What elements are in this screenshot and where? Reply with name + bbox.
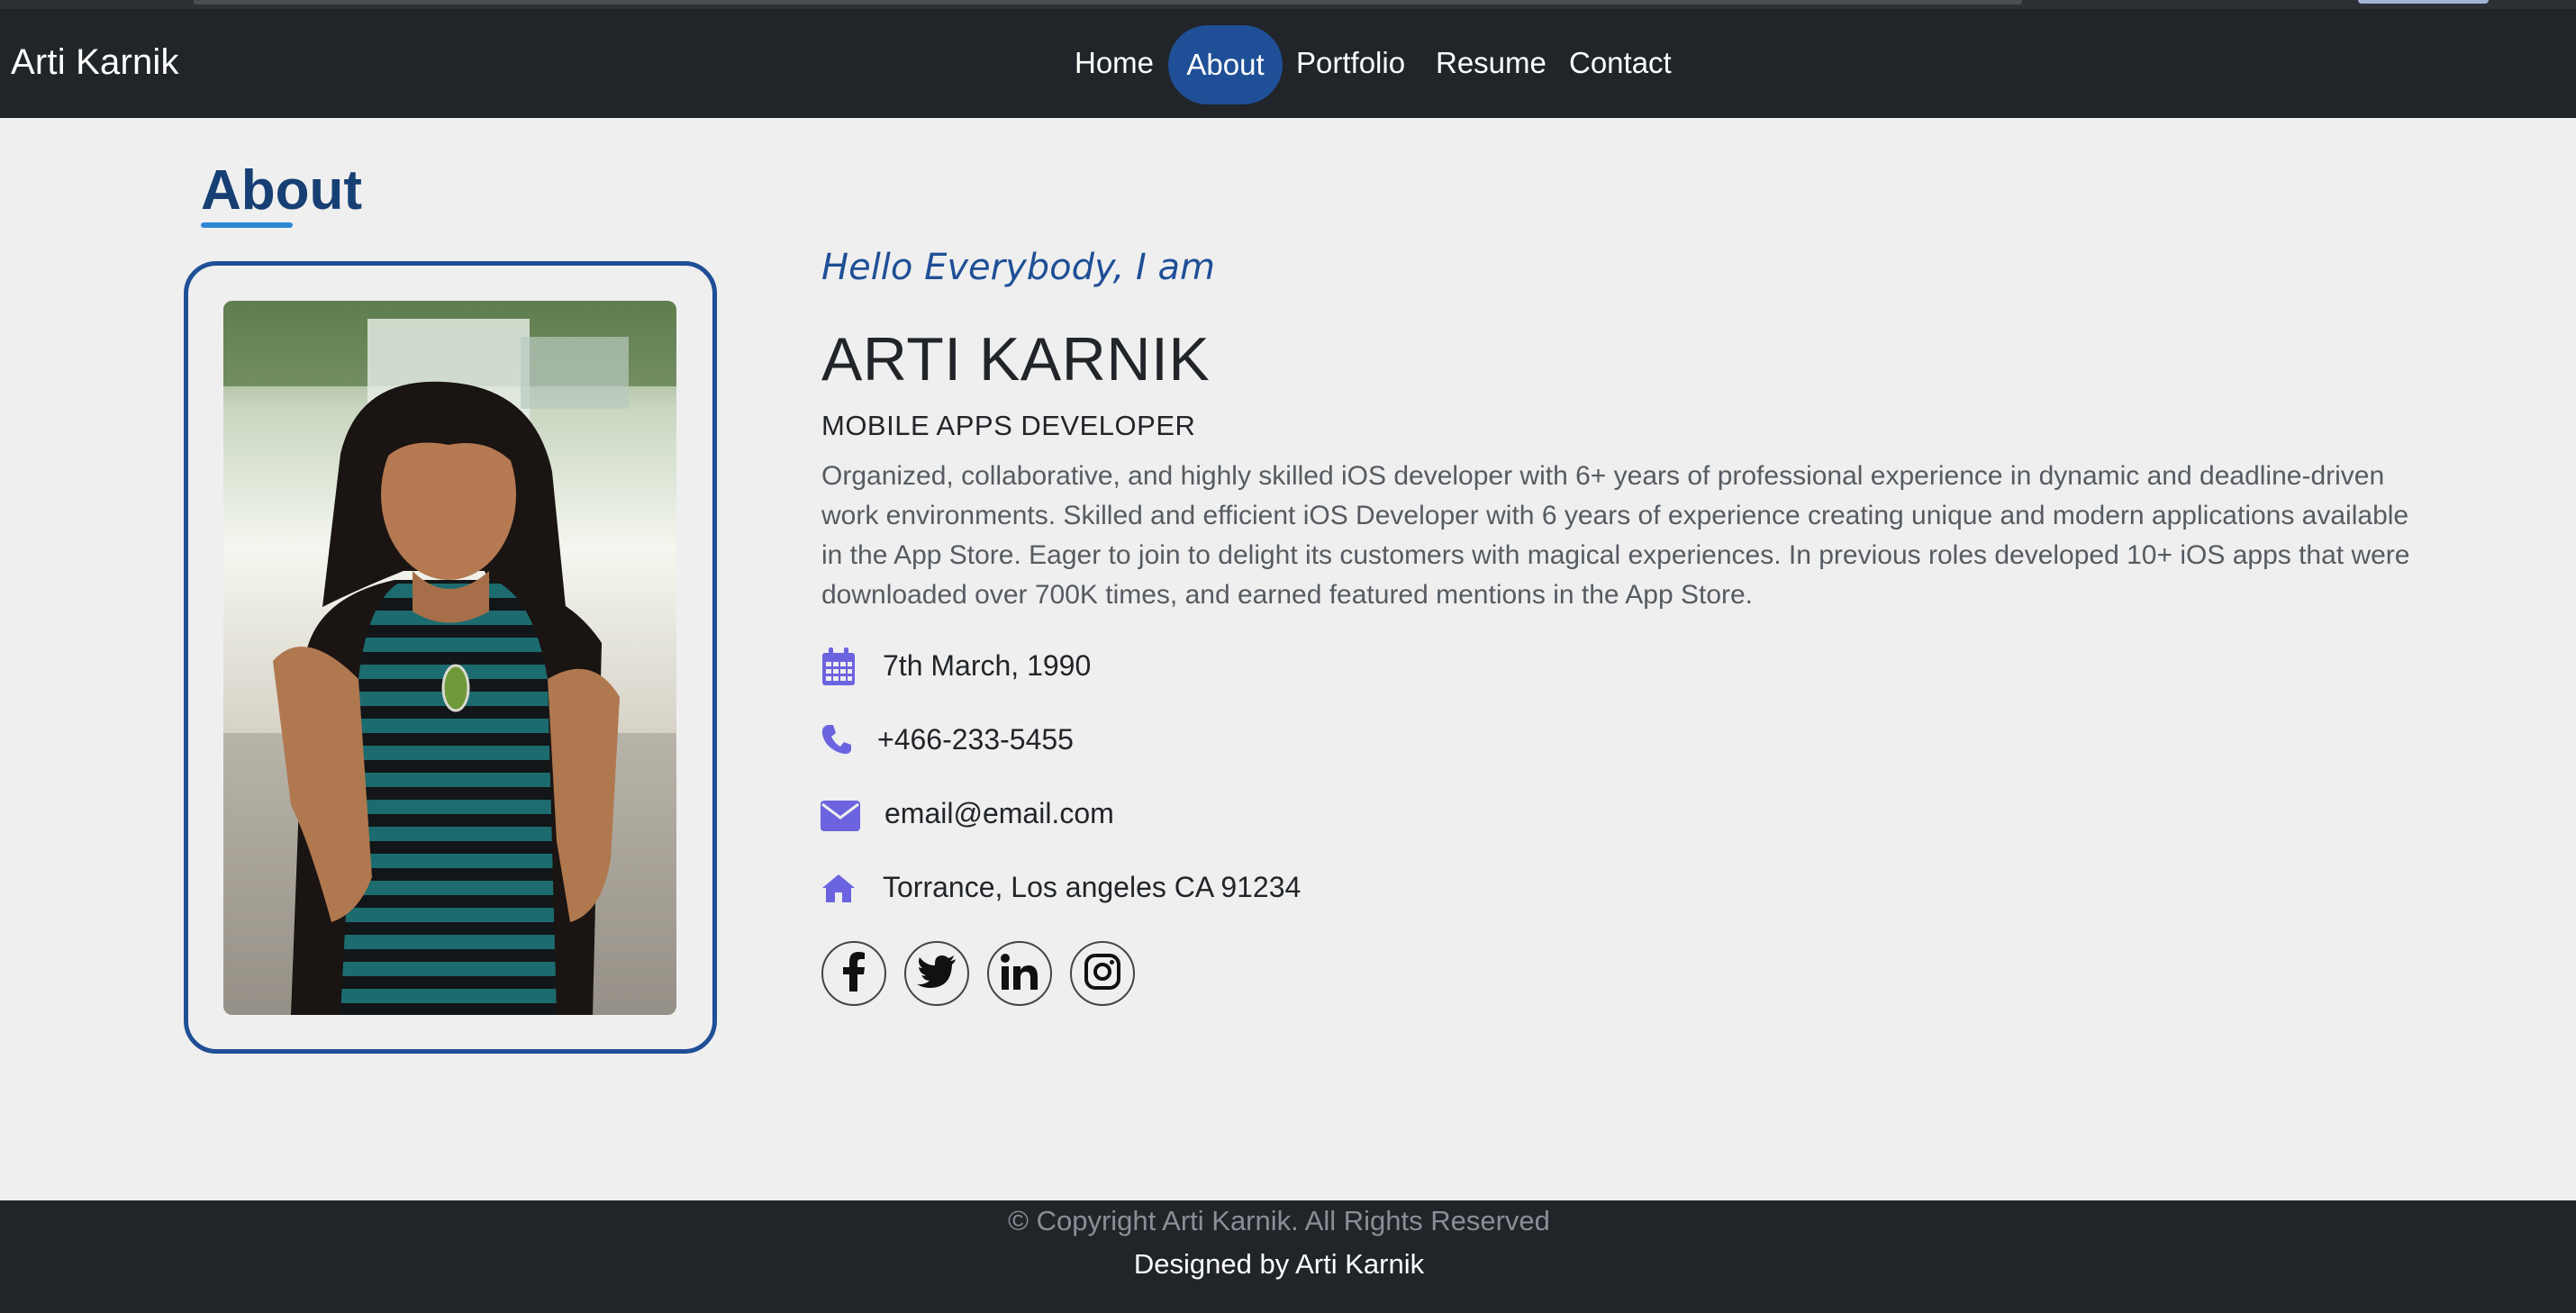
browser-top-strip — [0, 0, 2576, 9]
nav-portfolio[interactable]: Portfolio — [1296, 41, 1405, 86]
address-text: Torrance, Los angeles CA 91234 — [883, 871, 1302, 903]
twitter-button[interactable] — [904, 941, 969, 1006]
instagram-icon — [1084, 953, 1120, 994]
nav-contact[interactable]: Contact — [1569, 41, 1672, 86]
section-title: About — [201, 159, 363, 222]
instagram-button[interactable] — [1070, 941, 1135, 1006]
nav-resume[interactable]: Resume — [1436, 41, 1547, 86]
title-underline — [201, 222, 293, 228]
person-name: ARTI KARNIK — [821, 325, 1211, 394]
birthdate-text: 7th March, 1990 — [883, 649, 1092, 682]
nav-home[interactable]: Home — [1075, 41, 1154, 86]
nav-about-label: About — [1186, 48, 1265, 81]
facebook-icon — [840, 951, 867, 996]
browser-address-bar — [194, 0, 2022, 5]
profile-photo — [223, 301, 676, 1015]
phone-icon — [821, 723, 853, 760]
calendar-icon — [821, 647, 857, 692]
envelope-icon — [821, 801, 860, 836]
designed-by-text: Designed by Arti Karnik — [1133, 1248, 1425, 1280]
phone-text[interactable]: +466-233-5455 — [877, 723, 1074, 756]
email-text[interactable]: email@email.com — [884, 797, 1114, 830]
copyright-text: © Copyright Arti Karnik. All Rights Rese… — [1008, 1205, 1550, 1236]
navbar: Arti Karnik Home About Portfolio Resume … — [0, 9, 2576, 118]
greeting-text: Hello Everybody, I am — [821, 247, 1216, 288]
linkedin-icon — [1001, 953, 1039, 994]
job-title: MOBILE APPS DEVELOPER — [821, 410, 1196, 441]
twitter-icon — [917, 955, 957, 992]
nav-about[interactable]: About — [1168, 25, 1283, 104]
linkedin-button[interactable] — [987, 941, 1052, 1006]
bio-text: Organized, collaborative, and highly ski… — [821, 461, 2410, 610]
home-icon — [821, 873, 857, 908]
browser-button — [2358, 0, 2489, 4]
facebook-button[interactable] — [821, 941, 886, 1006]
brand-logo[interactable]: Arti Karnik — [11, 42, 179, 83]
